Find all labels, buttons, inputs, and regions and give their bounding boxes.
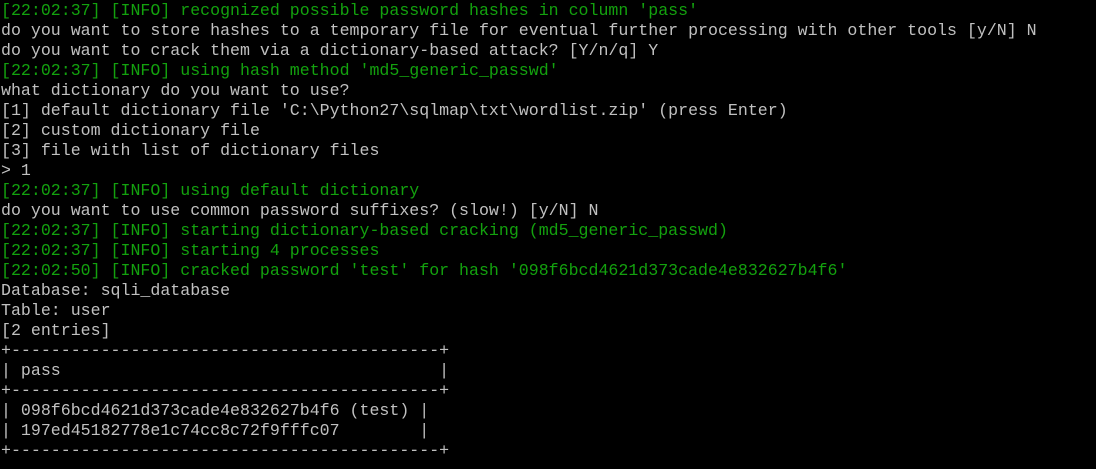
table-row: | 098f6bcd4621d373cade4e832627b4f6 (test… [1,401,430,420]
table-border-bottom: +---------------------------------------… [1,441,450,460]
table-border-top: +---------------------------------------… [1,341,450,360]
table-row: | 197ed45182778e1c74cc8c72f9fffc07 | [1,421,430,440]
table-header-divider: +---------------------------------------… [1,381,450,400]
log-line-info: [22:02:37] [INFO] starting dictionary-ba… [1,221,728,240]
terminal-window[interactable]: [22:02:37] [INFO] recognized possible pa… [0,0,1096,469]
table-header-row: | pass | [1,361,450,380]
dictionary-option-2: [2] custom dictionary file [1,121,260,140]
log-line-info: [22:02:37] [INFO] starting 4 processes [1,241,380,260]
table-name: Table: user [1,301,111,320]
prompt-store-hashes: do you want to store hashes to a tempora… [1,21,1037,40]
prompt-dictionary: what dictionary do you want to use? [1,81,350,100]
user-input-line: > 1 [1,161,31,180]
log-line-info: [22:02:50] [INFO] cracked password 'test… [1,261,848,280]
log-line-info: [22:02:37] [INFO] using hash method 'md5… [1,61,559,80]
log-line-info: [22:02:37] [INFO] using default dictiona… [1,181,420,200]
log-line-info: [22:02:37] [INFO] recognized possible pa… [1,1,699,20]
entry-count: [2 entries] [1,321,111,340]
dictionary-option-3: [3] file with list of dictionary files [1,141,380,160]
database-name: Database: sqli_database [1,281,231,300]
prompt-crack-hashes: do you want to crack them via a dictiona… [1,41,659,60]
dictionary-option-1: [1] default dictionary file 'C:\Python27… [1,101,788,120]
prompt-suffixes: do you want to use common password suffi… [1,201,599,220]
